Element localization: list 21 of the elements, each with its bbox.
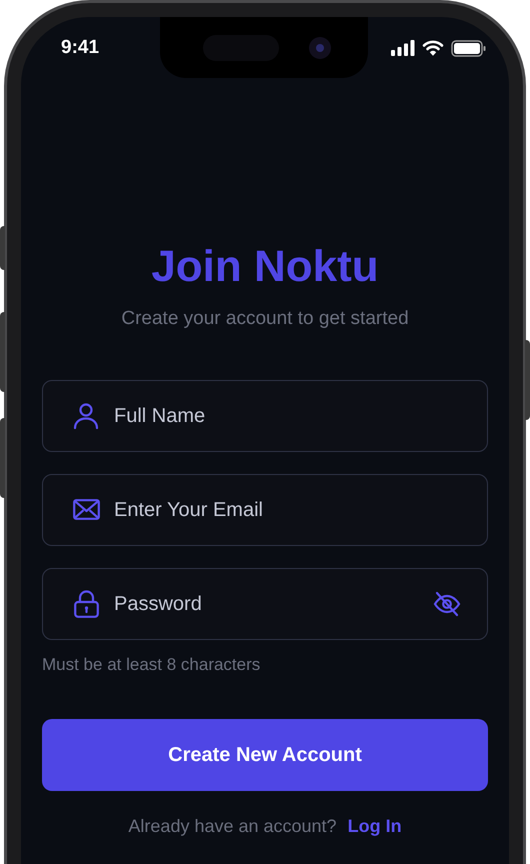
login-prompt: Already have an account? xyxy=(128,815,337,838)
lock-icon xyxy=(74,590,98,618)
text-input[interactable]: Full Name xyxy=(114,400,461,430)
eye-off-icon[interactable] xyxy=(433,590,461,616)
battery-icon xyxy=(451,40,486,56)
wifi-icon xyxy=(422,40,444,56)
input-field[interactable]: Password xyxy=(42,568,488,640)
text-input[interactable]: Enter Your Email xyxy=(114,494,461,524)
signal-icon xyxy=(391,40,415,56)
create-account-button[interactable]: Create New Account xyxy=(42,719,488,791)
subtitle: Create your account to get started xyxy=(121,307,409,331)
password-hint: Must be at least 8 characters xyxy=(42,654,262,676)
camera-icon xyxy=(309,36,331,58)
page-title: Join Noktu xyxy=(151,241,379,293)
text-input[interactable]: Password xyxy=(114,588,419,618)
status-time: 9:41 xyxy=(61,36,100,60)
input-field[interactable]: Full Name xyxy=(42,380,488,452)
input-field[interactable]: Enter Your Email xyxy=(42,474,488,546)
person-icon xyxy=(73,402,99,430)
envelope-icon xyxy=(72,499,100,520)
login-link[interactable]: Log In xyxy=(348,813,402,840)
